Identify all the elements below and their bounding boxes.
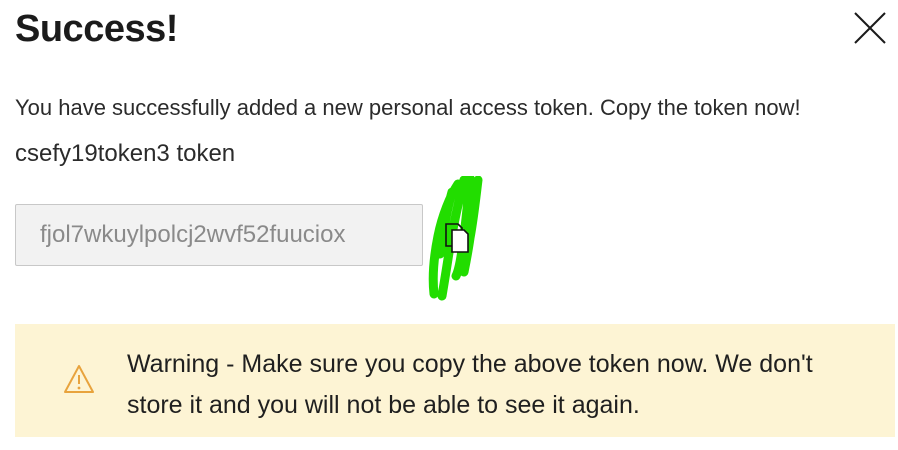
- dialog-title: Success!: [15, 8, 178, 50]
- warning-banner: Warning - Make sure you copy the above t…: [15, 324, 895, 437]
- success-message: You have successfully added a new person…: [15, 95, 801, 120]
- warning-text: Warning - Make sure you copy the above t…: [127, 350, 813, 419]
- warning-triangle-icon: [64, 365, 94, 393]
- close-icon: [854, 12, 886, 44]
- copy-icon: [445, 223, 469, 253]
- close-button[interactable]: [848, 6, 892, 50]
- token-value-field[interactable]: [15, 204, 423, 266]
- copy-button[interactable]: [440, 218, 476, 254]
- token-name: csefy19token3 token: [15, 140, 236, 167]
